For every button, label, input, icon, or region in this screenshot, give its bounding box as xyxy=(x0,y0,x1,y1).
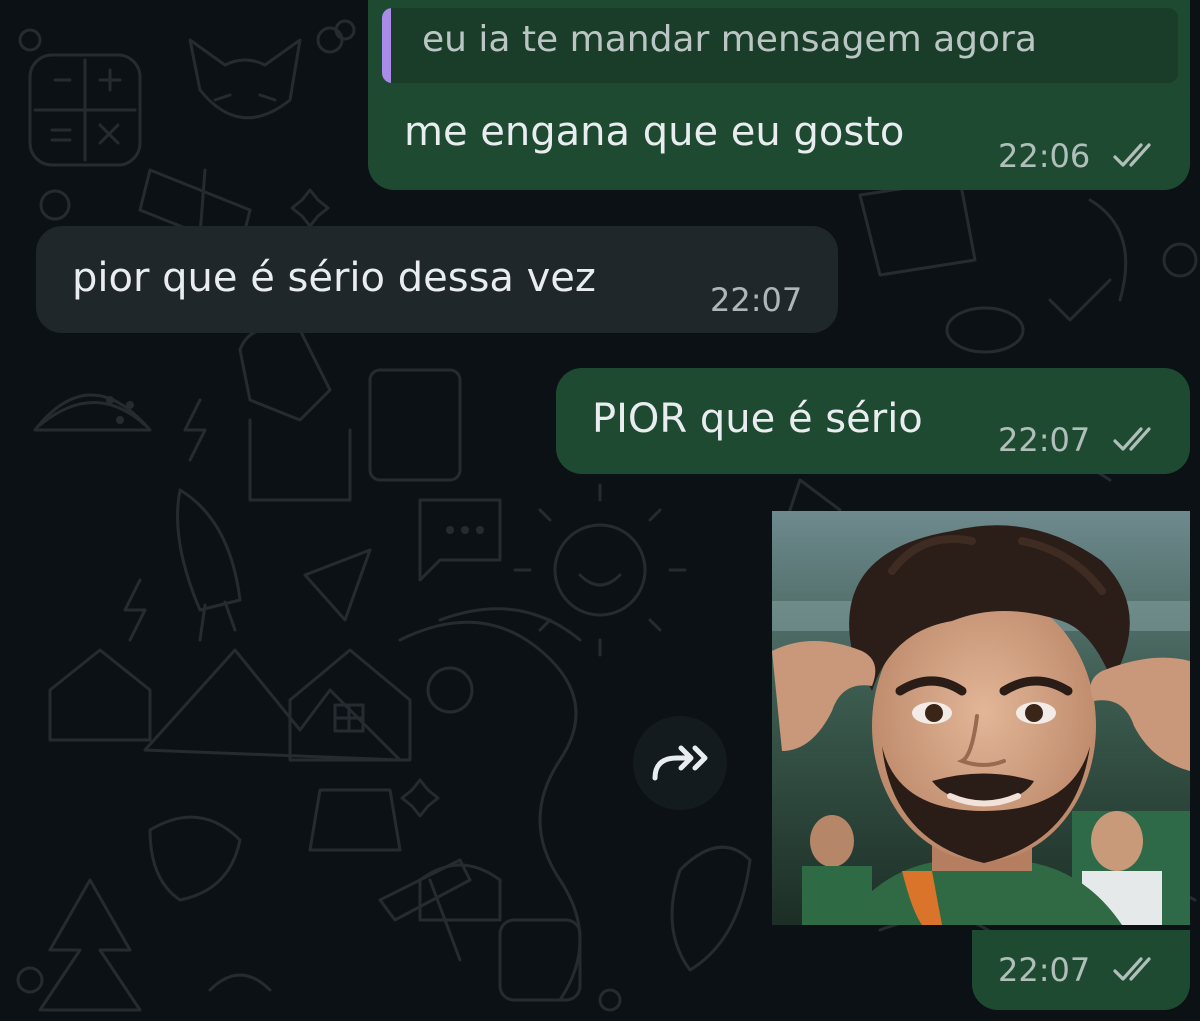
photo-message[interactable] xyxy=(772,511,1190,925)
message-text: PIOR que é sério xyxy=(592,396,923,442)
message-text: me engana que eu gosto xyxy=(404,109,905,155)
message-time: 22:07 xyxy=(710,281,803,319)
message-time: 22:07 xyxy=(998,421,1091,459)
double-check-icon xyxy=(1113,427,1151,451)
message-text: pior que é sério dessa vez xyxy=(72,255,596,301)
message-time: 22:06 xyxy=(998,137,1091,175)
chat-screen: eu ia te mandar mensagem agora me engana… xyxy=(0,0,1200,1021)
quoted-message[interactable]: eu ia te mandar mensagem agora xyxy=(382,8,1178,83)
message-bubble-incoming[interactable]: pior que é sério dessa vez 22:07 xyxy=(36,226,838,333)
message-bubble-outgoing[interactable]: eu ia te mandar mensagem agora me engana… xyxy=(368,0,1190,190)
forward-button[interactable] xyxy=(633,716,727,810)
message-bubble-outgoing[interactable]: PIOR que é sério 22:07 xyxy=(556,368,1190,474)
photo-message-footer: 22:07 xyxy=(972,930,1190,1010)
quoted-message-text: eu ia te mandar mensagem agora xyxy=(422,19,1037,60)
forward-icon xyxy=(652,745,708,781)
quote-accent-bar xyxy=(382,8,391,83)
photo-image xyxy=(772,511,1190,925)
double-check-icon xyxy=(1113,143,1151,167)
double-check-icon xyxy=(1113,957,1151,981)
message-time: 22:07 xyxy=(998,951,1091,989)
